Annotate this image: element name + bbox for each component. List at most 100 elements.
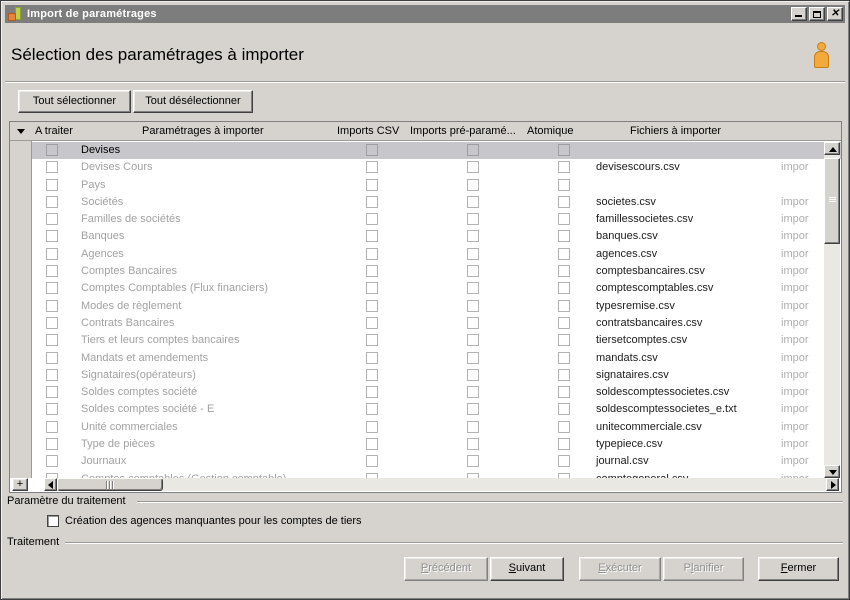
- vertical-scroll-thumb[interactable]: [824, 158, 840, 244]
- imports-csv-checkbox[interactable]: [366, 179, 378, 191]
- row-select-checkbox[interactable]: [46, 369, 58, 381]
- imports-csv-checkbox[interactable]: [366, 438, 378, 450]
- table-row[interactable]: Comptes comptables (Gestion comptable)co…: [10, 471, 841, 478]
- imports-csv-checkbox[interactable]: [366, 317, 378, 329]
- scroll-right-button[interactable]: [826, 478, 839, 491]
- atomique-checkbox[interactable]: [558, 334, 570, 346]
- atomique-checkbox[interactable]: [558, 386, 570, 398]
- column-filter-dropdown-icon[interactable]: [17, 129, 25, 134]
- atomique-checkbox[interactable]: [558, 248, 570, 260]
- table-row[interactable]: Modes de règlementtypesremise.csvimpor: [10, 298, 841, 315]
- row-select-checkbox[interactable]: [46, 386, 58, 398]
- imports-preparam-checkbox[interactable]: [467, 334, 479, 346]
- atomique-checkbox[interactable]: [558, 282, 570, 294]
- imports-preparam-checkbox[interactable]: [467, 161, 479, 173]
- imports-csv-checkbox[interactable]: [366, 161, 378, 173]
- atomique-checkbox[interactable]: [558, 265, 570, 277]
- minimize-button[interactable]: [791, 7, 807, 21]
- scroll-left-button[interactable]: [44, 478, 57, 491]
- table-row[interactable]: Journauxjournal.csvimpor: [10, 453, 841, 470]
- close-button[interactable]: ✕: [827, 7, 843, 21]
- imports-preparam-checkbox[interactable]: [467, 265, 479, 277]
- row-select-checkbox[interactable]: [46, 213, 58, 225]
- imports-csv-checkbox[interactable]: [366, 282, 378, 294]
- col-header-a-traiter[interactable]: A traiter: [35, 125, 73, 137]
- table-row[interactable]: Banquesbanques.csvimpor: [10, 228, 841, 245]
- row-select-checkbox[interactable]: [46, 248, 58, 260]
- row-select-checkbox[interactable]: [46, 455, 58, 467]
- table-row[interactable]: Contrats Bancairescontratsbancaires.csvi…: [10, 315, 841, 332]
- table-row[interactable]: Familles de sociétésfamillessocietes.csv…: [10, 211, 841, 228]
- create-agencies-checkbox[interactable]: [47, 515, 59, 527]
- imports-csv-checkbox[interactable]: [366, 196, 378, 208]
- atomique-checkbox[interactable]: [558, 230, 570, 242]
- table-row[interactable]: Unité commercialesunitecommerciale.csvim…: [10, 419, 841, 436]
- imports-preparam-checkbox[interactable]: [467, 248, 479, 260]
- expand-plus-button[interactable]: +: [12, 478, 28, 491]
- row-select-checkbox[interactable]: [46, 230, 58, 242]
- row-select-checkbox[interactable]: [46, 179, 58, 191]
- next-button[interactable]: Suivant: [490, 557, 564, 581]
- atomique-checkbox[interactable]: [558, 144, 570, 156]
- close-dialog-button[interactable]: Fermer: [758, 557, 839, 581]
- deselect-all-button[interactable]: Tout désélectionner: [133, 90, 253, 113]
- select-all-button[interactable]: Tout sélectionner: [18, 90, 131, 113]
- previous-button[interactable]: Précédent: [404, 557, 488, 581]
- person-icon[interactable]: [812, 42, 832, 69]
- table-row[interactable]: Type de piècestypepiece.csvimpor: [10, 436, 841, 453]
- imports-preparam-checkbox[interactable]: [467, 196, 479, 208]
- table-row[interactable]: Devises: [10, 142, 841, 159]
- imports-csv-checkbox[interactable]: [366, 403, 378, 415]
- imports-preparam-checkbox[interactable]: [467, 455, 479, 467]
- imports-csv-checkbox[interactable]: [366, 455, 378, 467]
- row-select-checkbox[interactable]: [46, 317, 58, 329]
- imports-csv-checkbox[interactable]: [366, 144, 378, 156]
- atomique-checkbox[interactable]: [558, 161, 570, 173]
- atomique-checkbox[interactable]: [558, 179, 570, 191]
- table-row[interactable]: Comptes Bancairescomptesbancaires.csvimp…: [10, 263, 841, 280]
- table-row[interactable]: Sociétéssocietes.csvimpor: [10, 194, 841, 211]
- imports-preparam-checkbox[interactable]: [467, 369, 479, 381]
- table-row[interactable]: Pays: [10, 177, 841, 194]
- row-select-checkbox[interactable]: [46, 334, 58, 346]
- table-row[interactable]: Soldes comptes sociétésoldescomptessocie…: [10, 384, 841, 401]
- imports-preparam-checkbox[interactable]: [467, 282, 479, 294]
- imports-csv-checkbox[interactable]: [366, 369, 378, 381]
- row-select-checkbox[interactable]: [46, 282, 58, 294]
- atomique-checkbox[interactable]: [558, 403, 570, 415]
- col-header-imports-preparametres[interactable]: Imports pré-paramé...: [410, 125, 516, 137]
- maximize-button[interactable]: [809, 7, 825, 21]
- execute-button[interactable]: Exécuter: [579, 557, 661, 581]
- row-select-checkbox[interactable]: [46, 144, 58, 156]
- imports-preparam-checkbox[interactable]: [467, 179, 479, 191]
- table-row[interactable]: Comptes Comptables (Flux financiers)comp…: [10, 280, 841, 297]
- imports-preparam-checkbox[interactable]: [467, 403, 479, 415]
- row-select-checkbox[interactable]: [46, 300, 58, 312]
- row-select-checkbox[interactable]: [46, 352, 58, 364]
- vertical-scrollbar[interactable]: [824, 142, 840, 478]
- row-select-checkbox[interactable]: [46, 265, 58, 277]
- imports-preparam-checkbox[interactable]: [467, 144, 479, 156]
- table-row[interactable]: Soldes comptes société - Esoldescomptess…: [10, 401, 841, 418]
- atomique-checkbox[interactable]: [558, 300, 570, 312]
- imports-preparam-checkbox[interactable]: [467, 386, 479, 398]
- col-header-atomique[interactable]: Atomique: [527, 125, 573, 137]
- imports-preparam-checkbox[interactable]: [467, 213, 479, 225]
- atomique-checkbox[interactable]: [558, 369, 570, 381]
- row-select-checkbox[interactable]: [46, 421, 58, 433]
- imports-csv-checkbox[interactable]: [366, 352, 378, 364]
- table-row[interactable]: Agencesagences.csvimpor: [10, 246, 841, 263]
- imports-preparam-checkbox[interactable]: [467, 438, 479, 450]
- imports-preparam-checkbox[interactable]: [467, 230, 479, 242]
- imports-preparam-checkbox[interactable]: [467, 421, 479, 433]
- atomique-checkbox[interactable]: [558, 213, 570, 225]
- row-select-checkbox[interactable]: [46, 161, 58, 173]
- col-header-parametrages[interactable]: Paramétrages à importer: [142, 125, 264, 137]
- atomique-checkbox[interactable]: [558, 438, 570, 450]
- table-row[interactable]: Devises Coursdevisescours.csvimpor: [10, 159, 841, 176]
- imports-preparam-checkbox[interactable]: [467, 317, 479, 329]
- imports-csv-checkbox[interactable]: [366, 300, 378, 312]
- imports-preparam-checkbox[interactable]: [467, 352, 479, 364]
- imports-csv-checkbox[interactable]: [366, 265, 378, 277]
- atomique-checkbox[interactable]: [558, 317, 570, 329]
